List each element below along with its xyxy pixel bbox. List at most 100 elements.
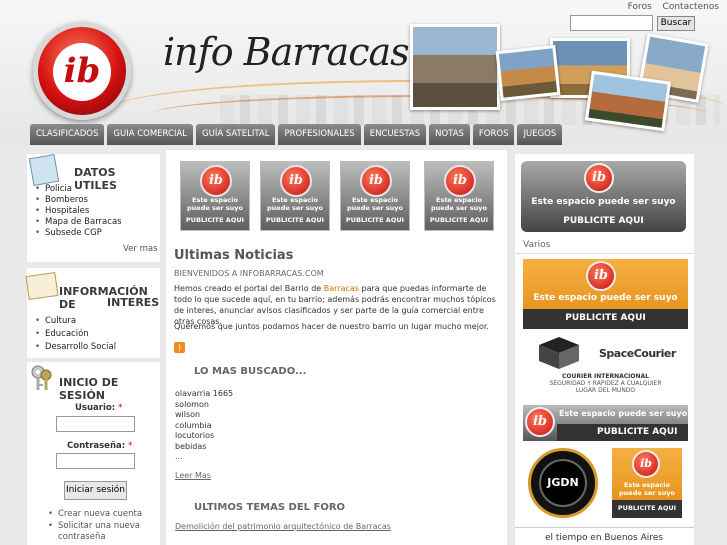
link-foros[interactable]: Foros	[628, 2, 652, 12]
ad-banner-large[interactable]: ib Este espacio puede ser suyo PUBLICITE…	[521, 161, 686, 232]
keys-icon	[31, 365, 52, 390]
ver-mas-link[interactable]: Ver mas	[123, 244, 158, 254]
photo	[495, 45, 561, 101]
nav-guia-comercial[interactable]: GUIA COMERCIAL	[107, 124, 194, 145]
password-field[interactable]	[56, 453, 135, 469]
site-logo[interactable]: ib	[33, 22, 131, 120]
ad-text: Este espacio puede ser suyo	[267, 196, 323, 212]
site-brand: info Barracas	[163, 30, 410, 74]
spacecourier-tag: COURIER INTERNACIONAL	[562, 373, 649, 380]
list-item[interactable]: Desarrollo Social	[27, 341, 116, 354]
barracas-link[interactable]: Barracas	[324, 284, 359, 293]
ad-cta: PUBLICITE AQUI	[597, 427, 678, 437]
login-button[interactable]: Iniciar sesión	[64, 481, 127, 500]
list-item[interactable]: solomon	[175, 400, 233, 411]
login-title: INICIO DE SESIÓN	[59, 376, 119, 402]
ib-logo-icon: ib	[584, 163, 614, 193]
spacecourier-ad[interactable]: SpaceCourier COURIER INTERNACIONAL SEGUR…	[523, 331, 688, 396]
ad-cta: PUBLICITE AQUI	[345, 216, 405, 224]
search-input[interactable]	[570, 15, 653, 31]
nav-foros[interactable]: FOROS	[472, 124, 515, 145]
leer-mas-link[interactable]: Leer Mas	[175, 470, 211, 481]
top-links: Foros Contactenos	[620, 2, 719, 12]
ad-cta: PUBLICITE AQUI	[265, 216, 325, 224]
ib-logo-icon: ib	[632, 450, 660, 478]
nav-encuestas[interactable]: ENCUESTAS	[363, 124, 427, 145]
login-links: Crear nueva cuenta Solicitar una nueva	[40, 508, 142, 532]
info-interes-list: Cultura Educación Desarrollo Social	[27, 315, 116, 354]
create-account-link[interactable]: Crear nueva cuenta	[40, 508, 142, 520]
request-password-link[interactable]: Solicitar una nueva	[40, 520, 142, 532]
photo-collage	[410, 18, 710, 132]
pass-label: Contraseña: *	[67, 441, 133, 451]
username-field[interactable]	[56, 416, 135, 432]
ad-text: Este espacio puede ser suyo	[533, 293, 678, 303]
ad-cta-bar: PUBLICITE AQUI	[523, 309, 688, 329]
jgdn-logo-text: JGDN	[539, 459, 587, 507]
nav-clasificados[interactable]: CLASIFICADOS	[30, 124, 105, 145]
rss-icon[interactable]: )	[174, 342, 185, 353]
ad-banner-orange[interactable]: ib Este espacio puede ser suyo PUBLICITE…	[523, 259, 688, 329]
list-item[interactable]: Bomberos	[27, 195, 122, 206]
list-item[interactable]: Subsede CGP	[27, 228, 122, 239]
list-item[interactable]: locutorios	[175, 431, 233, 442]
datos-utiles-box: DATOS UTILES Policia Bomberos Hospitales…	[27, 153, 160, 262]
jgdn-logo[interactable]: JGDN	[528, 448, 598, 518]
mas-buscado-title: LO MAS BUSCADO...	[194, 366, 307, 377]
list-item[interactable]: wilson	[175, 410, 233, 421]
ad-banner[interactable]: ib Este espacio puede ser suyo PUBLICITE …	[180, 161, 250, 231]
request-password-link-2[interactable]: contraseña	[58, 532, 106, 542]
user-label: Usuario: *	[75, 403, 123, 413]
photo	[584, 70, 672, 132]
ib-logo-icon: ib	[586, 261, 616, 291]
notepad-icon	[25, 272, 59, 300]
ad-cta-bar: PUBLICITE AQUI	[557, 424, 688, 441]
notepad-icon	[28, 153, 60, 187]
ad-text: Este espacio puede ser suyo	[431, 196, 487, 212]
list-item[interactable]: Policia	[27, 184, 122, 195]
ib-logo-icon: ib	[360, 165, 392, 197]
info-interes-title-2: INTERES	[107, 296, 160, 309]
photo	[410, 24, 500, 110]
weather-title: el tiempo en Buenos Aires	[545, 533, 663, 543]
list-item[interactable]: Mapa de Barracas	[27, 217, 122, 228]
info-interes-box: INFORMACIÓN DE INTERES Cultura Educación…	[25, 268, 160, 358]
list-item[interactable]: Cultura	[27, 315, 116, 328]
ad-banner[interactable]: ib Este espacio puede ser suyo PUBLICITE …	[260, 161, 330, 231]
box-logo-icon	[539, 337, 579, 369]
list-item[interactable]: columbia	[175, 421, 233, 432]
logo-letters: ib	[53, 43, 111, 101]
list-item[interactable]: Hospitales	[27, 206, 122, 217]
ib-logo-icon: ib	[444, 165, 476, 197]
link-contactenos[interactable]: Contactenos	[663, 2, 719, 12]
ad-cta: PUBLICITE AQUI	[565, 313, 646, 323]
ad-cta: PUBLICITE AQUI	[185, 216, 245, 224]
weather-box: el tiempo en Buenos Aires	[515, 527, 694, 545]
nav-profesionales[interactable]: PROFESIONALES	[278, 124, 361, 145]
search-button[interactable]: Buscar	[657, 16, 695, 31]
foro-topic-link[interactable]: Demolición del patrimonio arquitectónico…	[175, 521, 391, 532]
datos-utiles-list: Policia Bomberos Hospitales Mapa de Barr…	[27, 184, 122, 239]
news-subtitle: BIENVENIDOS A INFOBARRACAS.COM	[174, 269, 324, 278]
list-item[interactable]: bebidas	[175, 442, 233, 453]
news-title: Ultimas Noticias	[174, 248, 294, 263]
ad-banner-strip[interactable]: ib Este espacio puede ser suyo PUBLICITE…	[523, 405, 688, 441]
foro-title: ULTIMOS TEMAS DEL FORO	[194, 502, 346, 513]
ad-cta-bar: PUBLICITE AQUI	[612, 500, 682, 518]
ib-logo-icon: ib	[200, 165, 232, 197]
list-item[interactable]: olavarria 1665	[175, 389, 233, 400]
ib-logo-icon: ib	[525, 407, 555, 437]
ad-banner[interactable]: ib Este espacio puede ser suyo PUBLICITE …	[424, 161, 494, 231]
spacecourier-tag-2: SEGURIDAD Y RAPIDEZ A CUALQUIER	[549, 380, 662, 387]
ad-banner[interactable]: ib Este espacio puede ser suyo PUBLICITE …	[340, 161, 410, 231]
ad-cta: PUBLICITE AQUI	[563, 216, 644, 226]
ad-banner-small[interactable]: ib Este espacio puede ser suyo PUBLICITE …	[612, 448, 682, 518]
ib-logo-icon: ib	[280, 165, 312, 197]
spacecourier-tag-3: LUGAR DEL MUNDO	[575, 387, 636, 394]
news-paragraph-2: Queremos que juntos podamos hacer de nue…	[174, 322, 489, 331]
nav-guia-satelital[interactable]: GUÍA SATELITAL	[196, 124, 276, 145]
list-item[interactable]: Educación	[27, 328, 116, 341]
nav-juegos[interactable]: JUEGOS	[517, 124, 563, 145]
nav-notas[interactable]: NOTAS	[429, 124, 470, 145]
varios-title: Varios	[523, 240, 551, 250]
